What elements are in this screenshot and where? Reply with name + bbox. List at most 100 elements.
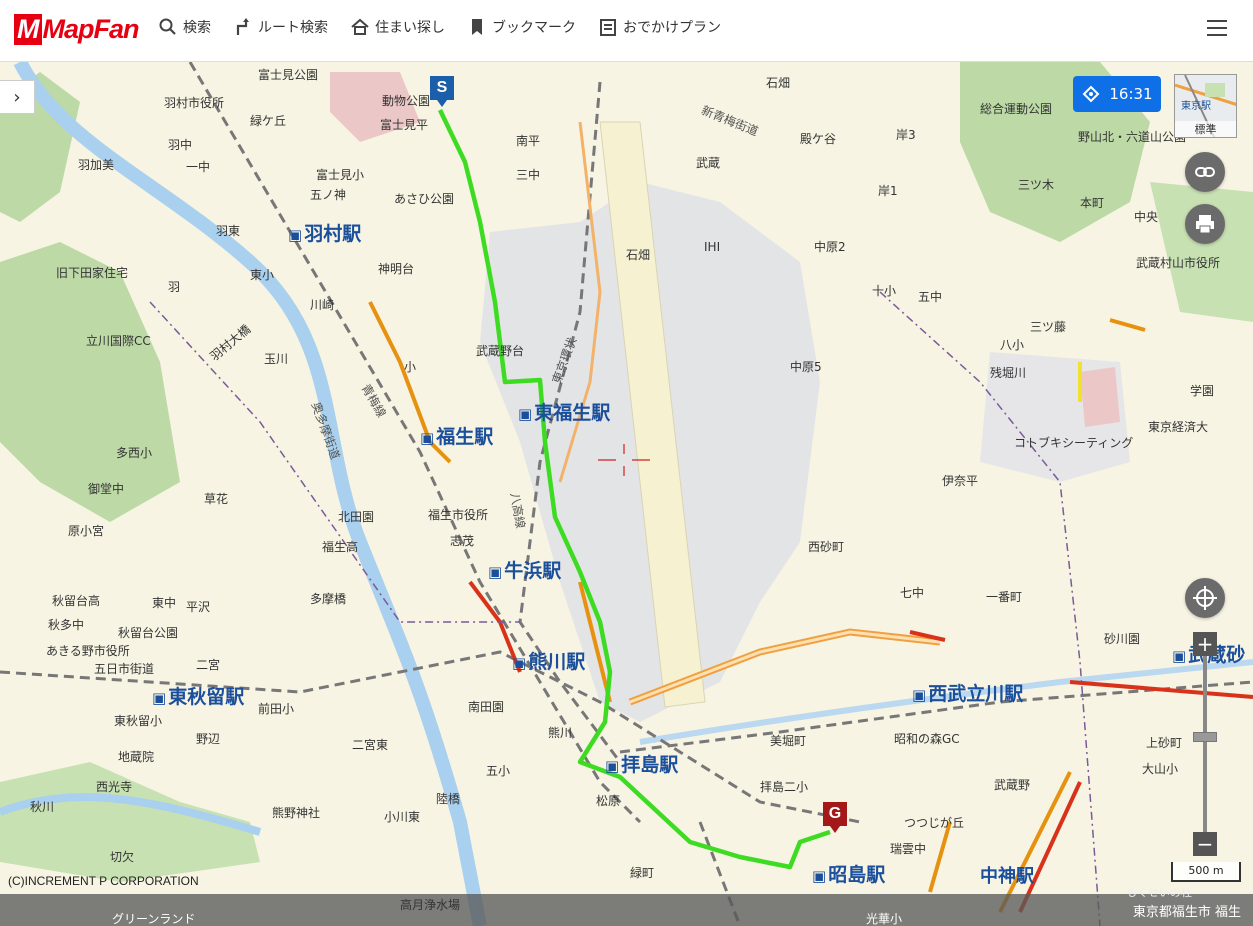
nav-search[interactable]: 検索 (158, 17, 211, 37)
zoom-slider-handle[interactable] (1193, 732, 1217, 742)
logo-text: MapFan (42, 14, 140, 44)
station-higashi-fussa[interactable]: 東福生駅 (518, 398, 610, 425)
map-label: 残堀川 (990, 366, 1027, 380)
map-label: 川崎 (310, 298, 335, 312)
map-label: 大山小 (1142, 762, 1179, 776)
hamburger-menu-icon[interactable] (1207, 20, 1227, 38)
nav-plan[interactable]: おでかけプラン (598, 17, 721, 37)
minimap-layer-switch[interactable]: 東京駅 標準 (1174, 74, 1237, 138)
map-label: 五中 (918, 290, 943, 304)
map-label: 西砂町 (808, 540, 845, 554)
station-seibu-tachikawa[interactable]: 西武立川駅 (912, 679, 1023, 706)
map-label: 秋留台公園 (118, 626, 179, 640)
map-label: 高月浄水場 (400, 898, 461, 912)
map-label: あきる野市役所 (46, 644, 130, 658)
map-label: 武蔵野台 (476, 344, 525, 358)
copyright-text: (C)INCREMENT P CORPORATION (8, 874, 199, 888)
map-label: 学園 (1190, 384, 1215, 398)
map-label: 旧下田家住宅 (56, 266, 129, 280)
header: M MapFan 検索 ルート検索 住まい探し ブックマーク おでかけプラン (0, 0, 1253, 62)
nav-route[interactable]: ルート検索 (233, 17, 328, 37)
share-link-button[interactable] (1185, 152, 1225, 192)
minimap-label: 東京駅 (1181, 101, 1211, 112)
zoom-slider-track[interactable] (1203, 656, 1207, 832)
map-label: 北田園 (338, 510, 375, 524)
map-label: 八小 (1000, 338, 1025, 352)
station-ushihama[interactable]: 牛浜駅 (488, 556, 561, 583)
map-canvas[interactable]: 羽村駅 福生駅 東福生駅 牛浜駅 熊川駅 拝島駅 東秋留駅 西武立川駅 昭島駅 … (0, 62, 1253, 926)
map-base-layer (0, 62, 1253, 926)
map-label: グリーンランド (112, 912, 196, 926)
map-label: 三ツ藤 (1030, 320, 1067, 334)
map-label: 東中 (152, 596, 177, 610)
time-label: 16:31 (1109, 85, 1153, 103)
map-label: もくせいの杜 (1126, 886, 1192, 899)
map-label: 切欠 (110, 850, 135, 864)
map-label: 七中 (900, 586, 925, 600)
map-label: 緑ケ丘 (250, 114, 287, 128)
map-label: 南平 (516, 134, 541, 148)
map-label: 野山北・六道山公園 (1078, 130, 1187, 144)
map-label: 本町 (1080, 196, 1105, 210)
map-label: 総合運動公園 (980, 102, 1053, 116)
nav-bookmark[interactable]: ブックマーク (467, 17, 576, 37)
print-button[interactable] (1185, 204, 1225, 244)
map-label: 平沢 (186, 600, 211, 614)
map-label: 地蔵院 (118, 750, 155, 764)
map-label: 陸橋 (436, 792, 461, 806)
station-hamura[interactable]: 羽村駅 (288, 219, 361, 246)
map-label: 美堀町 (770, 734, 807, 748)
map-label: 中原5 (790, 360, 822, 374)
locate-icon (1193, 586, 1217, 610)
plan-icon (600, 19, 616, 36)
current-location-button[interactable] (1185, 578, 1225, 618)
side-panel-toggle[interactable]: › (0, 80, 35, 114)
map-label: 二宮東 (352, 738, 389, 752)
map-label: 立川国際CC (86, 334, 151, 348)
map-label: 五日市街道 (94, 662, 155, 676)
zoom-in-button[interactable]: + (1193, 632, 1217, 656)
map-label: 東京経済大 (1148, 420, 1209, 434)
map-label: 富士見公園 (258, 68, 319, 82)
map-label: 富士見平 (380, 118, 429, 132)
map-label: コトブキシーティング (1014, 436, 1134, 450)
station-haijima[interactable]: 拝島駅 (605, 750, 678, 777)
zoom-out-button[interactable]: − (1193, 832, 1217, 856)
time-button[interactable]: 16:31 (1073, 76, 1161, 112)
mapfan-logo[interactable]: M MapFan (14, 14, 140, 45)
map-label: 緑町 (630, 866, 655, 880)
map-label: 動物公園 (382, 94, 431, 108)
map-label: 光華小 (866, 912, 903, 926)
station-fussa[interactable]: 福生駅 (420, 422, 493, 449)
station-nakagami[interactable]: 中神駅 (980, 862, 1034, 888)
route-goal-marker[interactable]: G (823, 802, 847, 833)
map-label: 秋多中 (48, 618, 85, 632)
map-label: 小川東 (384, 810, 421, 824)
map-label: 一番町 (986, 590, 1023, 604)
nav-housing[interactable]: 住まい探し (350, 17, 445, 37)
map-label: 三ツ木 (1018, 178, 1055, 192)
map-label: 前田小 (258, 702, 295, 716)
map-label: 十小 (872, 284, 897, 298)
map-label: 西光寺 (96, 780, 133, 794)
map-label: 羽東 (216, 224, 241, 238)
nav-route-label: ルート検索 (258, 20, 328, 36)
map-label: 伊奈平 (942, 474, 979, 488)
station-akishima[interactable]: 昭島駅 (812, 860, 885, 887)
station-higashi-akiru[interactable]: 東秋留駅 (152, 682, 244, 709)
nav-bookmark-label: ブックマーク (492, 20, 576, 36)
station-kumagawa[interactable]: 熊川駅 (512, 647, 585, 674)
map-label: 福生市役所 (428, 508, 489, 522)
nav-housing-label: 住まい探し (375, 20, 445, 36)
map-label: 昭和の森GC (894, 732, 960, 746)
map-label: 原小宮 (68, 524, 105, 538)
map-label: 砂川園 (1104, 632, 1141, 646)
main-nav: 検索 ルート検索 住まい探し ブックマーク おでかけプラン (158, 17, 721, 37)
map-label: 多摩橋 (310, 592, 347, 606)
map-label: 野辺 (196, 732, 221, 746)
map-label: 一中 (186, 160, 211, 174)
map-label: 東秋留小 (114, 714, 163, 728)
route-start-marker[interactable]: S (430, 76, 454, 107)
map-label: つつじが丘 (904, 816, 965, 830)
map-label: 熊野神社 (272, 806, 321, 820)
